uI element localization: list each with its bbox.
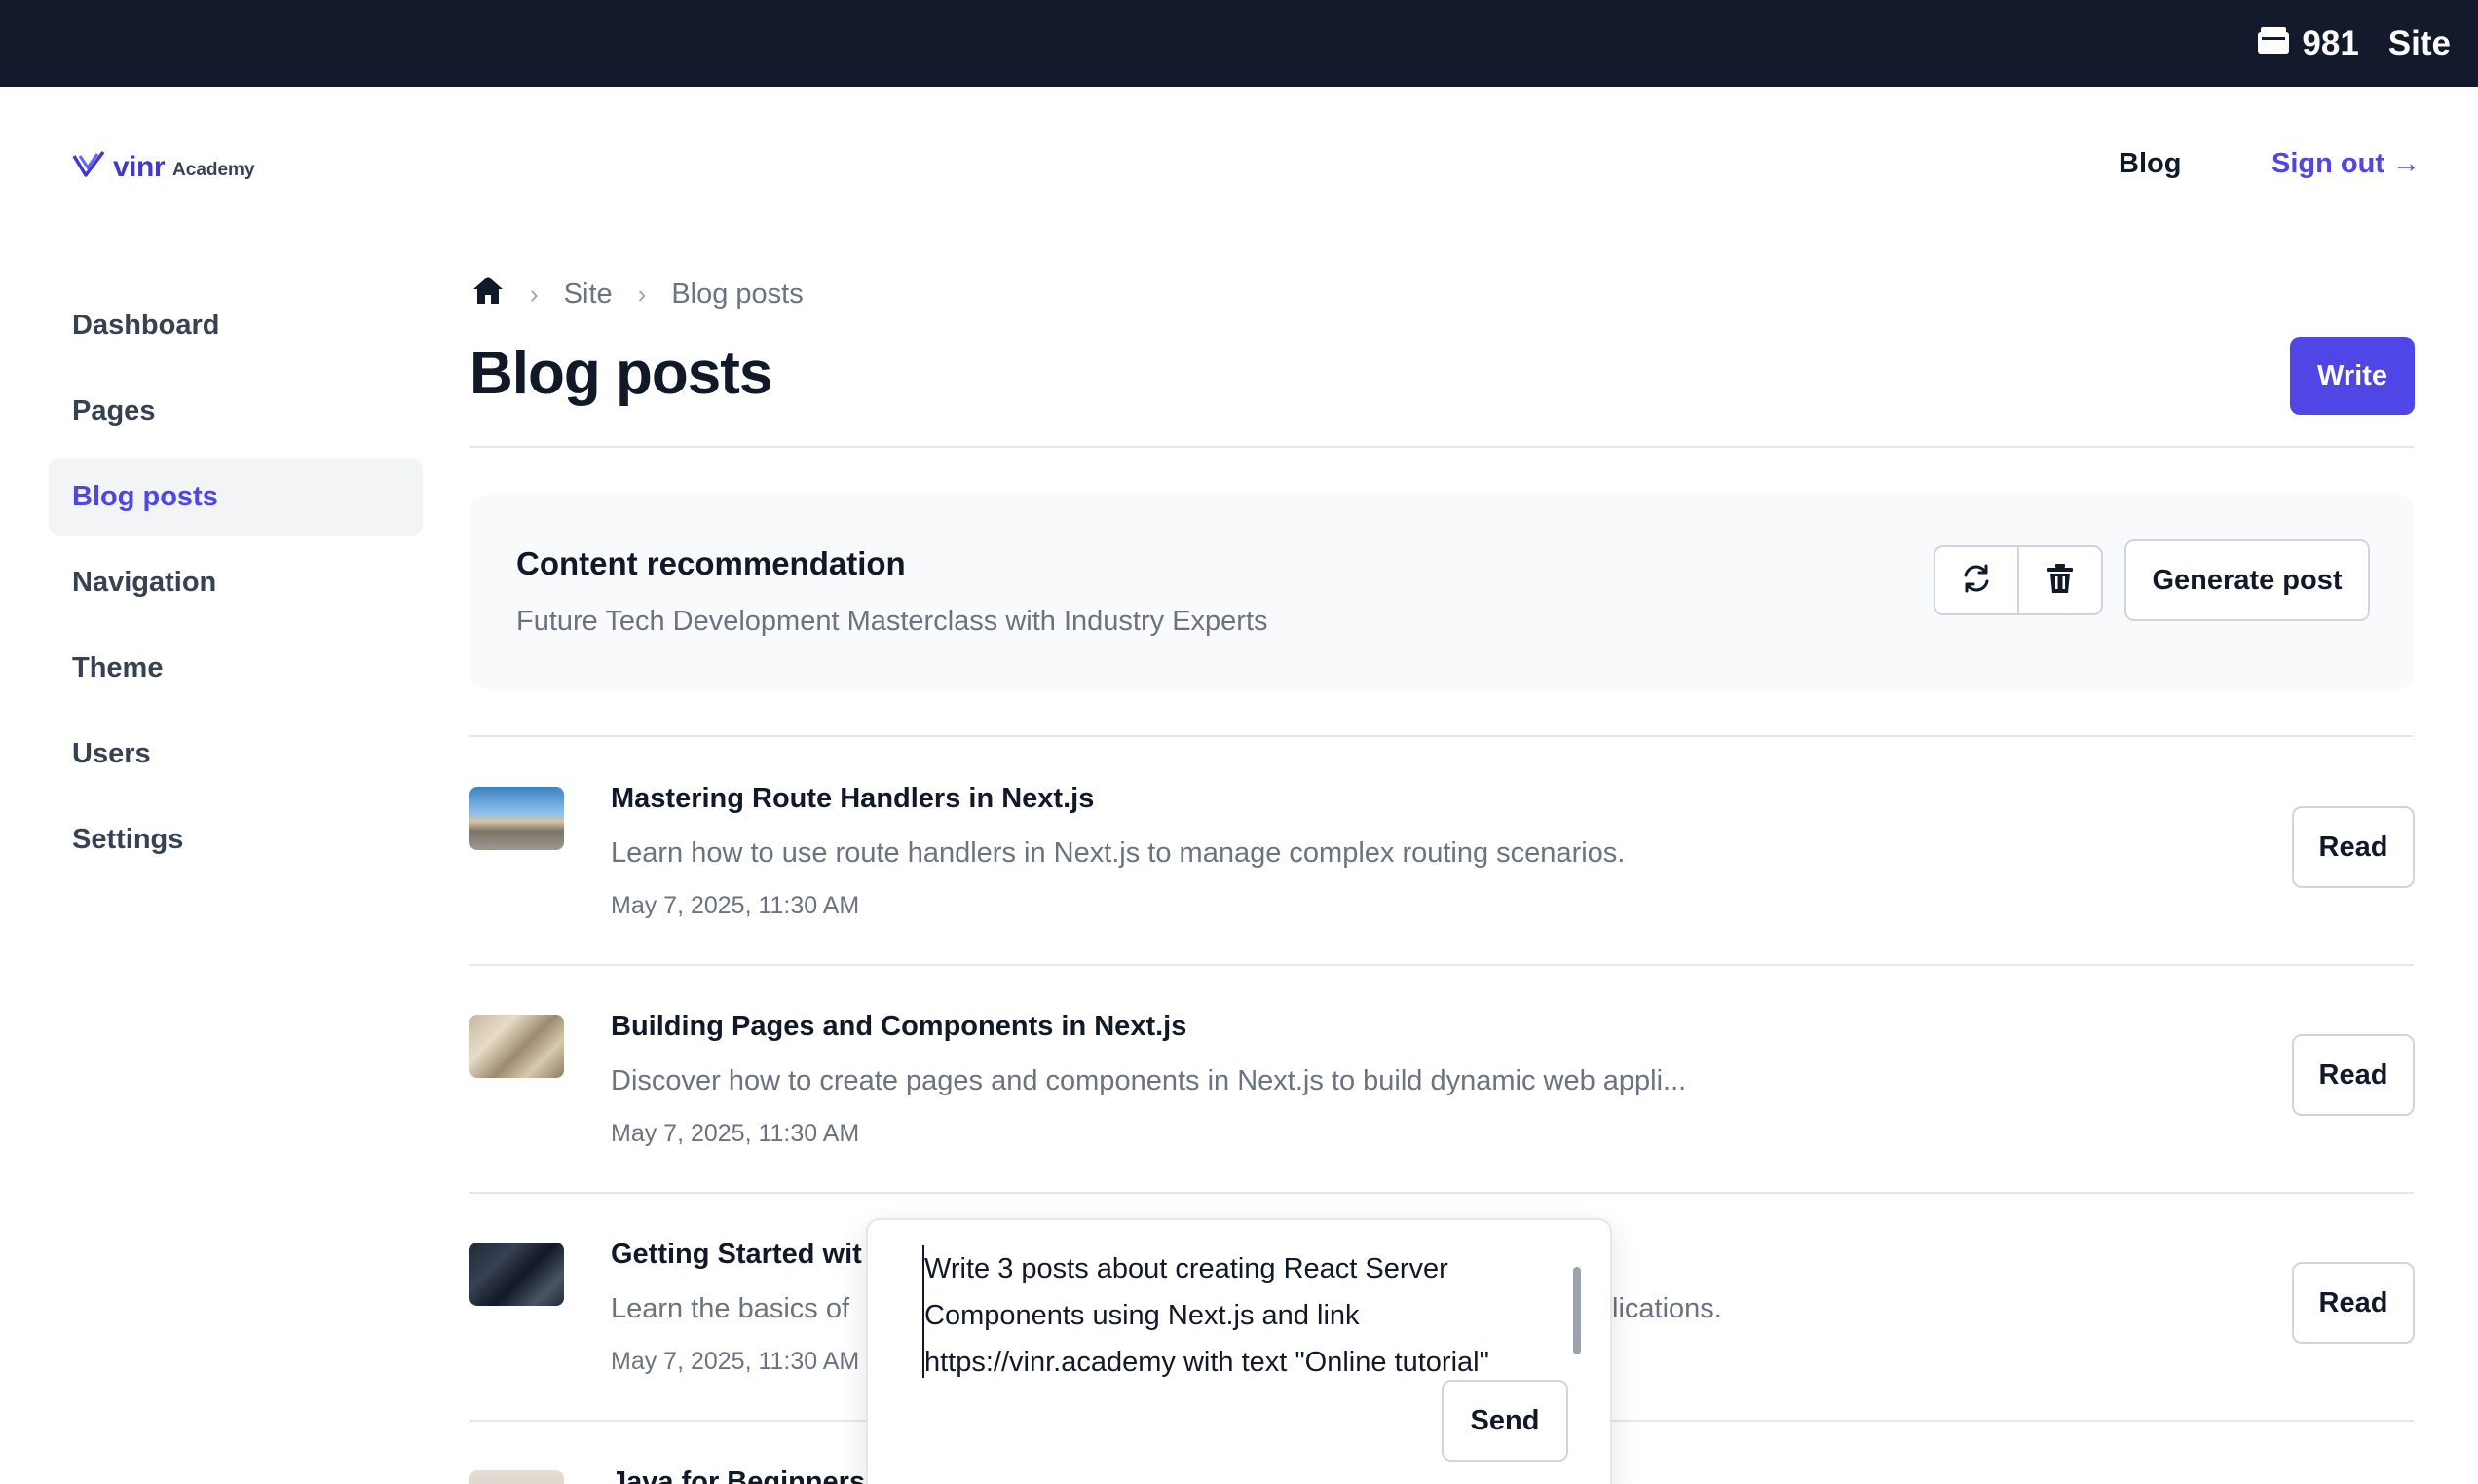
sidebar-item-navigation[interactable]: Navigation: [49, 543, 423, 621]
recommendation-title: Content recommendation: [516, 545, 906, 581]
post-description: Discover how to create pages and compone…: [611, 1065, 1687, 1096]
prompt-line: Write 3 posts about creating React Serve…: [924, 1253, 1448, 1284]
post-thumbnail[interactable]: [469, 1243, 564, 1306]
read-button[interactable]: Read: [2292, 1262, 2415, 1344]
breadcrumb-blog-posts[interactable]: Blog posts: [671, 278, 803, 311]
top-bar: 981 Site: [0, 0, 2478, 87]
post-description: Learn the basics of: [611, 1293, 850, 1324]
nav-blog-link[interactable]: Blog: [2119, 148, 2181, 180]
trash-icon: [2046, 563, 2074, 599]
credits-counter[interactable]: 981: [2257, 23, 2359, 63]
prompt-line: Components using Next.js and link: [924, 1300, 1360, 1331]
ai-prompt-popup: Write 3 posts about creating React Serve…: [866, 1218, 1612, 1484]
prompt-line: https://vinr.academy with text "Online t…: [924, 1347, 1489, 1378]
sidebar-item-dashboard[interactable]: Dashboard: [49, 286, 423, 364]
post-date: May 7, 2025, 11:30 AM: [611, 892, 860, 919]
recommendation-description: Future Tech Development Masterclass with…: [516, 606, 1268, 637]
post-date: May 7, 2025, 11:30 AM: [611, 1120, 860, 1147]
chevron-right-icon: ›: [637, 278, 647, 309]
write-button[interactable]: Write: [2290, 337, 2415, 415]
send-button[interactable]: Send: [1442, 1380, 1568, 1462]
chevron-right-icon: ›: [530, 278, 539, 309]
sidebar: Dashboard Pages Blog posts Navigation Th…: [49, 286, 423, 886]
sidebar-item-users[interactable]: Users: [49, 715, 423, 793]
home-icon[interactable]: [471, 275, 505, 314]
breadcrumb: › Site › Blog posts: [471, 275, 804, 314]
sidebar-item-theme[interactable]: Theme: [49, 629, 423, 707]
prompt-scrollbar[interactable]: [1573, 1267, 1581, 1354]
title-divider: [469, 446, 2414, 448]
prompt-textarea[interactable]: Write 3 posts about creating React Serve…: [922, 1245, 1546, 1378]
post-title[interactable]: Java for Beginners:: [611, 1466, 875, 1484]
credits-value: 981: [2302, 23, 2359, 62]
read-button[interactable]: Read: [2292, 806, 2415, 888]
post-date: May 7, 2025, 11:30 AM: [611, 1348, 860, 1375]
sidebar-item-blog-posts[interactable]: Blog posts: [49, 458, 423, 536]
post-description: Learn how to use route handlers in Next.…: [611, 837, 1626, 869]
refresh-icon: [1961, 563, 1992, 599]
post-list-item: Building Pages and Components in Next.js…: [469, 964, 2415, 1192]
logo-subtitle: Academy: [172, 159, 255, 180]
top-bar-right: 981 Site: [2257, 0, 2451, 87]
sidebar-item-settings[interactable]: Settings: [49, 800, 423, 878]
logo-word: vinr: [113, 150, 166, 183]
vinr-logo-icon: [72, 150, 105, 184]
breadcrumb-site[interactable]: Site: [564, 278, 613, 311]
read-button[interactable]: Read: [2292, 1034, 2415, 1116]
post-thumbnail[interactable]: [469, 1470, 564, 1484]
post-title[interactable]: Mastering Route Handlers in Next.js: [611, 783, 1094, 815]
logo[interactable]: vinr Academy: [72, 150, 255, 184]
refresh-button[interactable]: [1935, 547, 2017, 613]
post-description-tail: lications.: [1612, 1293, 1722, 1324]
delete-button[interactable]: [2017, 547, 2101, 613]
sidebar-item-pages[interactable]: Pages: [49, 372, 423, 450]
post-title[interactable]: Building Pages and Components in Next.js: [611, 1011, 1186, 1043]
content-recommendation-card: Content recommendation Future Tech Devel…: [469, 495, 2414, 689]
sign-out-link[interactable]: Sign out →: [2272, 148, 2421, 180]
post-list-item: Mastering Route Handlers in Next.js Lear…: [469, 736, 2415, 964]
post-thumbnail[interactable]: [469, 1015, 564, 1078]
page-title: Blog posts: [469, 340, 772, 407]
generate-post-button[interactable]: Generate post: [2124, 539, 2370, 621]
recommendation-actions: [1934, 545, 2103, 615]
post-title[interactable]: Getting Started wit: [611, 1239, 862, 1271]
site-link[interactable]: Site: [2388, 24, 2451, 63]
wallet-icon: [2257, 24, 2290, 63]
post-thumbnail[interactable]: [469, 787, 564, 850]
